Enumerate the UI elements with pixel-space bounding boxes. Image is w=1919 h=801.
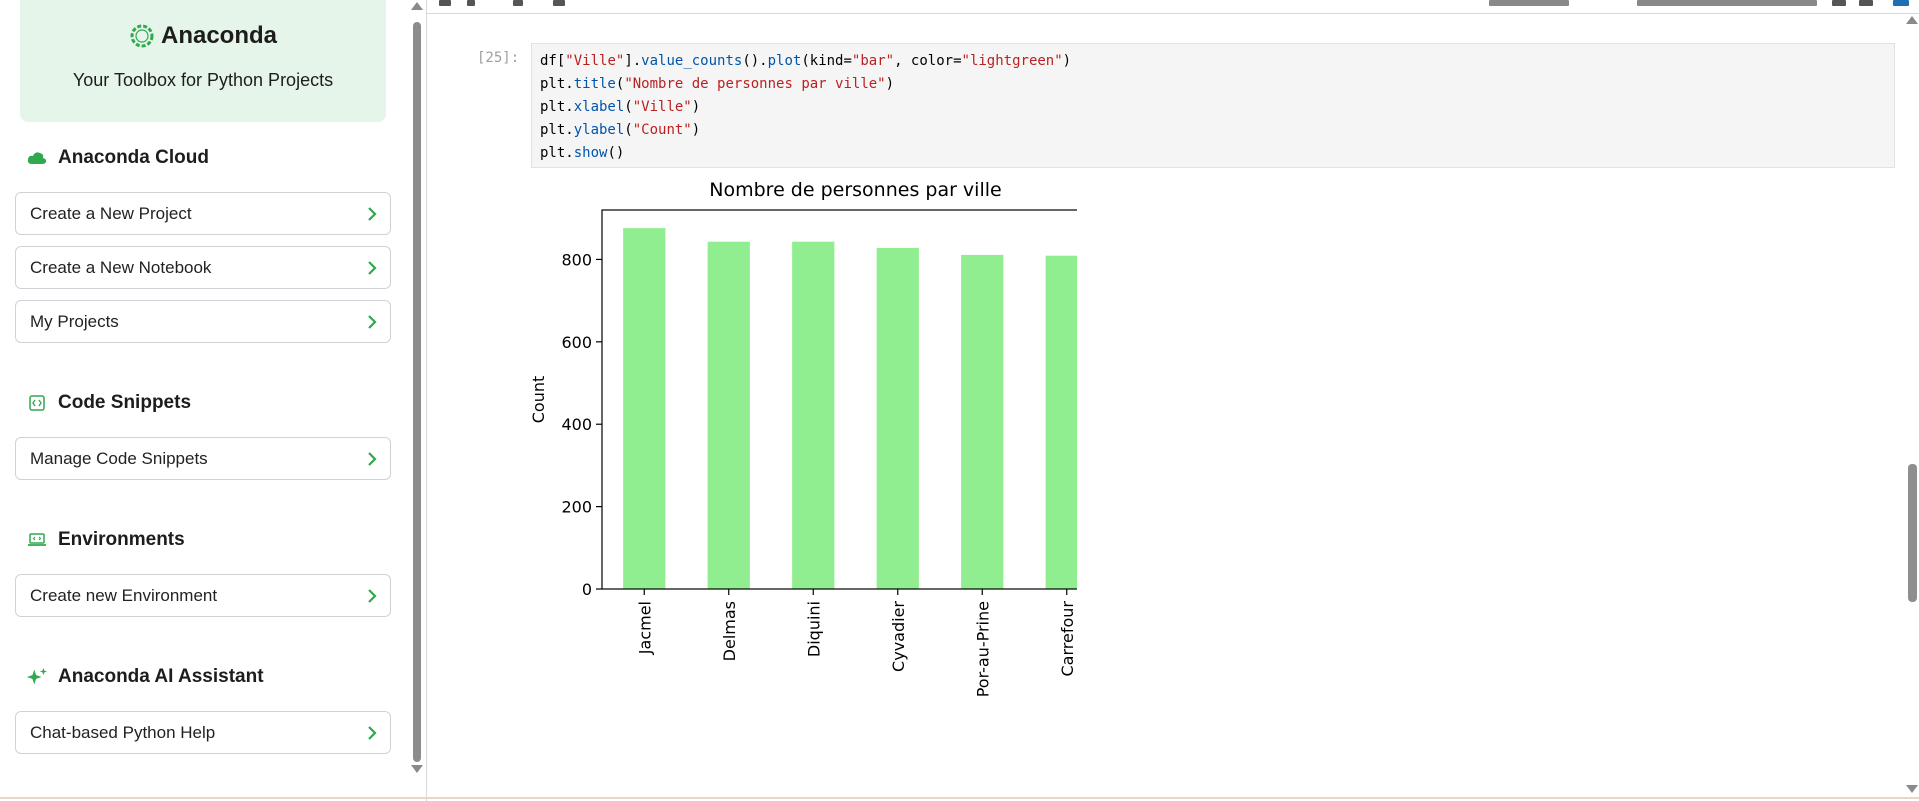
chevron-right-icon	[368, 260, 377, 275]
toolbar-icon[interactable]	[1893, 0, 1909, 6]
toolbar-icon[interactable]	[553, 0, 565, 6]
x-tick-label: Diquini	[804, 601, 823, 657]
code-line: plt.xlabel("Ville")	[540, 99, 701, 115]
plot-frame	[601, 209, 1077, 590]
notebook-toolbar	[427, 0, 1919, 14]
section-title-environments: Environments	[26, 529, 185, 551]
toolbar-icon[interactable]	[1489, 0, 1569, 6]
bar-chart: Nombre de personnes par ville 0 200 400 600 8…	[529, 179, 1077, 697]
y-tick-label: 0	[582, 580, 592, 599]
y-tick-label: 200	[561, 498, 592, 517]
button-label: Create a New Notebook	[30, 257, 212, 277]
button-label: My Projects	[30, 311, 119, 331]
toolbar-icon[interactable]	[1859, 0, 1873, 6]
scroll-down-arrow-icon[interactable]	[411, 765, 423, 773]
brand-tagline: Your Toolbox for Python Projects	[72, 70, 334, 90]
x-tick-label: Jacmel	[635, 601, 654, 655]
bar	[792, 241, 835, 589]
chevron-right-icon	[368, 206, 377, 221]
section-label: Anaconda Cloud	[58, 147, 209, 168]
button-label: Chat-based Python Help	[30, 722, 216, 742]
bar	[1045, 255, 1077, 589]
code-cell[interactable]: df["Ville"].value_counts().plot(kind="ba…	[531, 43, 1895, 168]
button-label: Create a New Project	[30, 203, 192, 223]
y-tick-label: 800	[561, 250, 592, 269]
create-new-project-button[interactable]: Create a New Project	[15, 192, 391, 235]
section-title-code-snippets: Code Snippets	[26, 392, 191, 414]
x-tick-label: Cyvadier	[889, 601, 908, 672]
x-tick-label: Delmas	[720, 601, 739, 661]
brand-name: Anaconda	[160, 22, 277, 49]
bar	[707, 241, 750, 589]
y-tick-label: 600	[561, 333, 592, 352]
window-bottom-edge	[0, 797, 1919, 799]
cloud-icon	[26, 147, 48, 169]
brand-header: Anaconda	[20, 22, 386, 50]
anaconda-logo-icon	[130, 24, 154, 48]
toolbar-icon[interactable]	[1832, 0, 1846, 6]
scroll-up-arrow-icon[interactable]	[411, 2, 423, 10]
section-label: Anaconda AI Assistant	[58, 666, 264, 687]
my-projects-button[interactable]: My Projects	[15, 300, 391, 343]
create-new-environment-button[interactable]: Create new Environment	[15, 574, 391, 617]
section-label: Code Snippets	[58, 392, 192, 413]
button-label: Manage Code Snippets	[30, 448, 208, 468]
code-line: plt.title("Nombre de personnes par ville…	[540, 76, 895, 92]
section-label: Environments	[58, 529, 185, 550]
notebook-scroll-thumb[interactable]	[1908, 464, 1917, 602]
toolbar-icon[interactable]	[1637, 0, 1817, 6]
toolbar-icon[interactable]	[439, 0, 451, 6]
bar	[961, 254, 1004, 589]
scroll-up-arrow-icon[interactable]	[1906, 16, 1918, 24]
manage-code-snippets-button[interactable]: Manage Code Snippets	[15, 437, 391, 480]
notebook-scrollbar[interactable]	[1905, 14, 1919, 801]
button-label: Create new Environment	[30, 585, 218, 605]
anaconda-sidebar: Anaconda Your Toolbox for Python Project…	[0, 0, 400, 801]
toolbar-icon[interactable]	[513, 0, 523, 6]
chart-title: Nombre de personnes par ville	[709, 179, 1001, 201]
scroll-down-arrow-icon[interactable]	[1906, 785, 1918, 793]
toolbar-icon[interactable]	[467, 0, 475, 6]
sidebar-scroll-thumb[interactable]	[413, 22, 421, 762]
x-tick-label: Por-au-Prine	[973, 601, 992, 697]
create-new-notebook-button[interactable]: Create a New Notebook	[15, 246, 391, 289]
chevron-right-icon	[368, 588, 377, 603]
sidebar-scrollbar[interactable]	[409, 0, 423, 801]
cell-execution-count: [25]:	[477, 50, 520, 66]
code-line: plt.show()	[540, 145, 625, 161]
bar	[876, 247, 919, 589]
brand-card: Anaconda Your Toolbox for Python Project…	[20, 0, 386, 122]
y-tick-label: 400	[561, 415, 592, 434]
code-line: plt.ylabel("Count")	[540, 122, 701, 138]
notebook-panel: [25]: df["Ville"].value_counts().plot(ki…	[427, 0, 1919, 801]
sparkles-icon	[26, 666, 48, 688]
code-snippet-icon	[26, 392, 48, 414]
bar	[623, 228, 666, 589]
y-axis-label: Count	[529, 376, 548, 424]
laptop-code-icon	[26, 529, 48, 551]
chevron-right-icon	[368, 314, 377, 329]
chevron-right-icon	[368, 725, 377, 740]
section-title-ai-assistant: Anaconda AI Assistant	[26, 666, 264, 688]
section-title-anaconda-cloud: Anaconda Cloud	[26, 147, 209, 169]
x-tick-label: Carrefour	[1058, 601, 1077, 677]
chat-python-help-button[interactable]: Chat-based Python Help	[15, 711, 391, 754]
chevron-right-icon	[368, 451, 377, 466]
code-line: df["Ville"].value_counts().plot(kind="ba…	[540, 53, 1072, 69]
